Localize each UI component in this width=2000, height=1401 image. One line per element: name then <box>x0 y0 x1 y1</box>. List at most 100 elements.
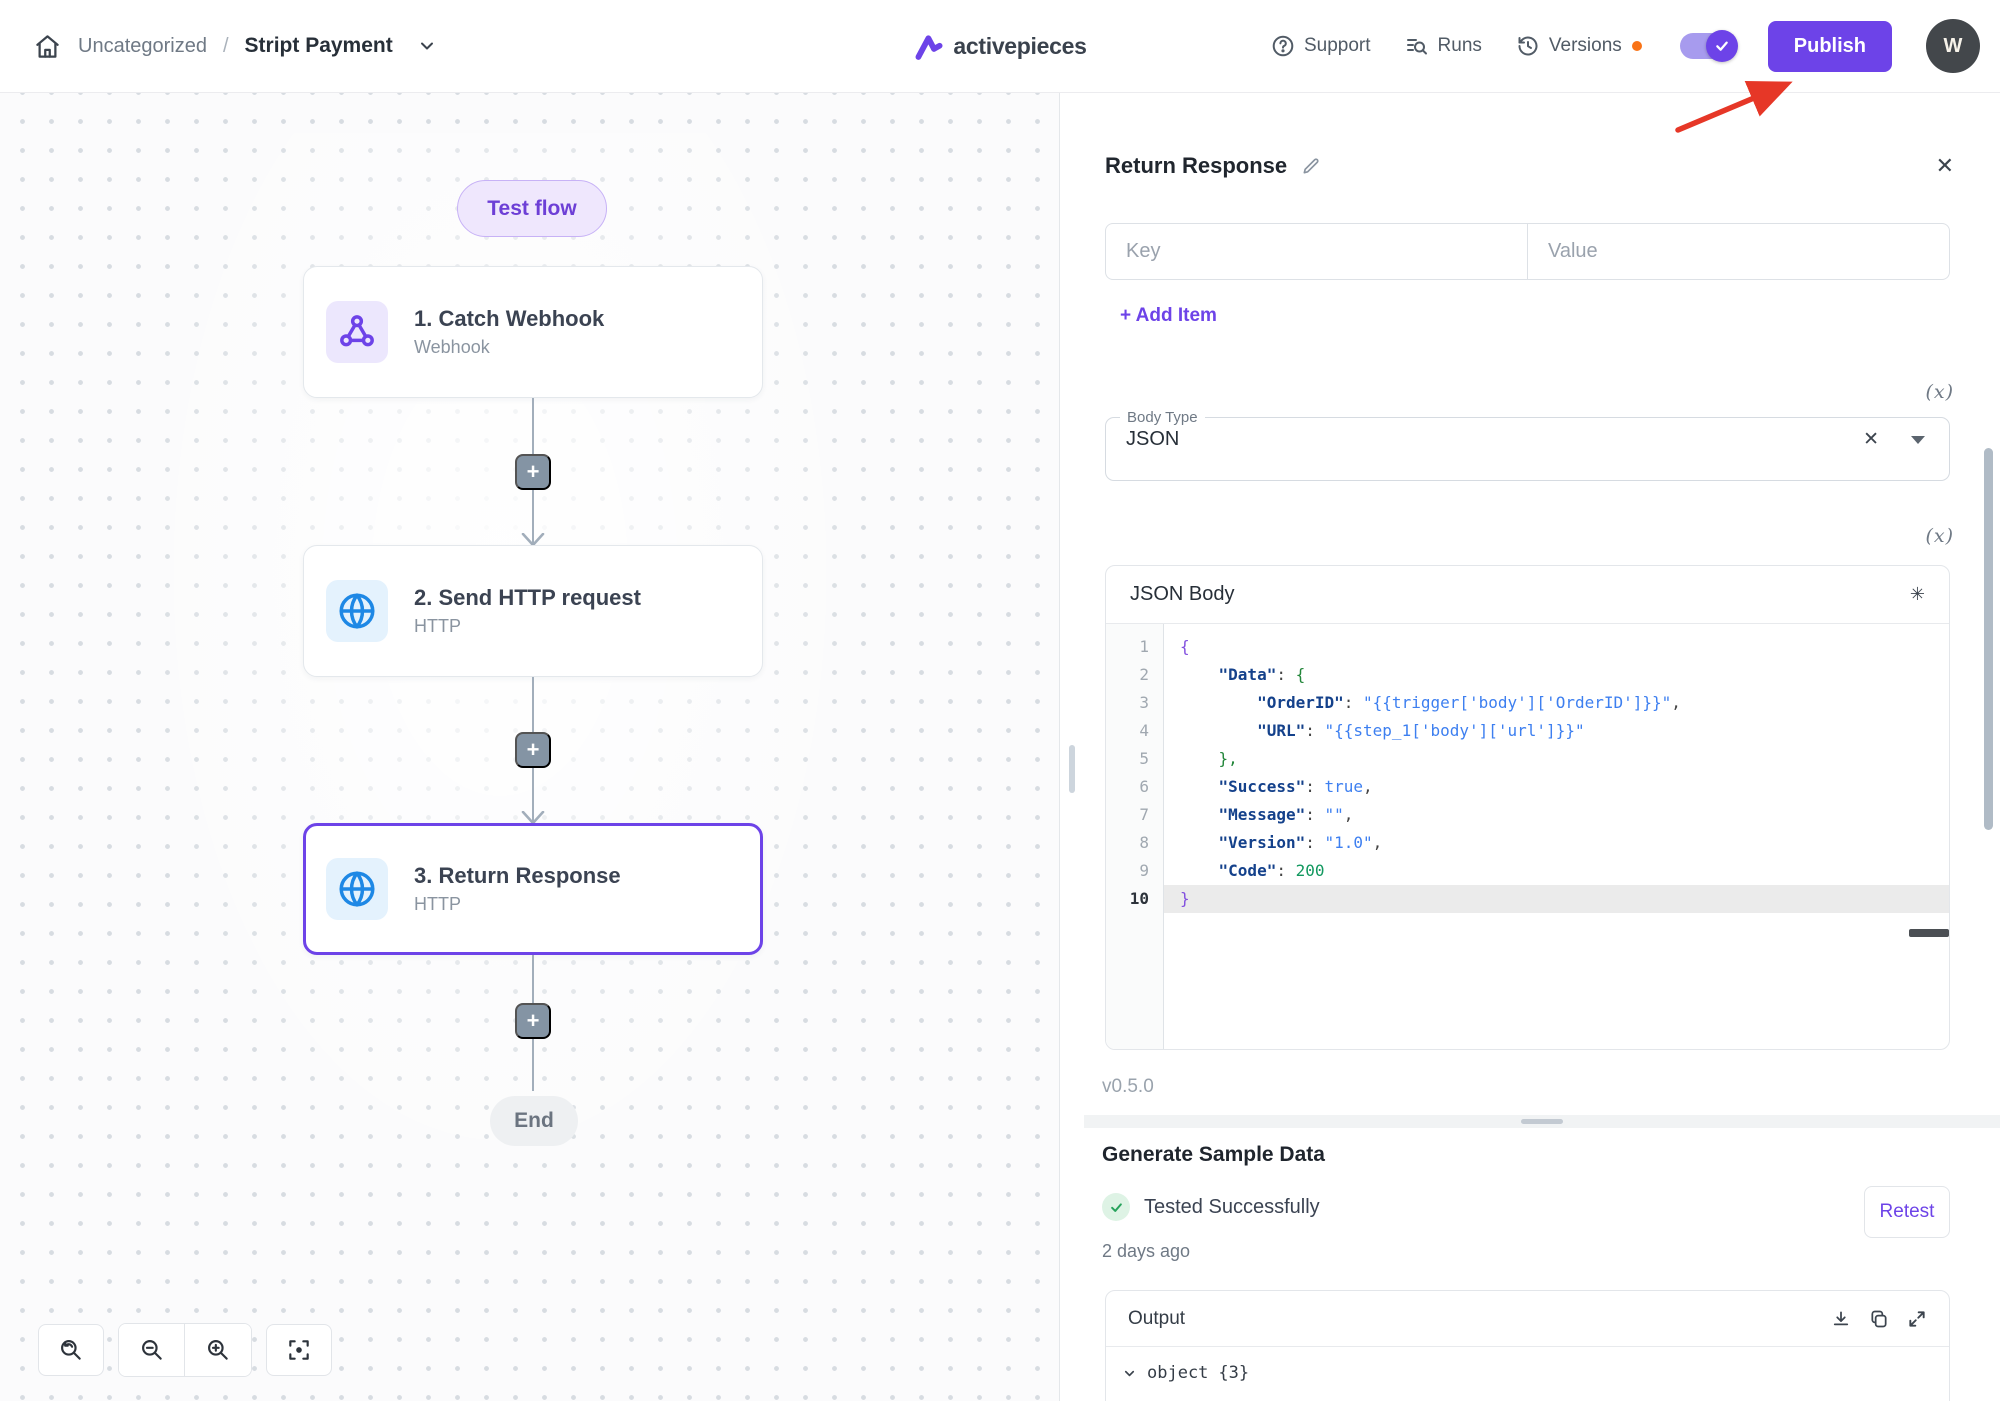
add-step-button[interactable]: + <box>515 1003 551 1039</box>
flow-enabled-toggle[interactable] <box>1680 33 1734 59</box>
code-line[interactable]: "Version": "1.0", <box>1164 829 1949 857</box>
zoom-reset-button[interactable] <box>38 1324 104 1376</box>
clear-selection-icon[interactable]: ✕ <box>1863 428 1879 451</box>
json-body-editor: JSON Body ✳ 12345678910 { "Data": { "Ord… <box>1105 565 1950 1050</box>
runs-button[interactable]: Runs <box>1405 34 1482 58</box>
value-input[interactable] <box>1527 223 1950 280</box>
step-subtitle: Webhook <box>414 337 604 358</box>
output-header: Output <box>1106 1291 1949 1347</box>
body-type-inner: JSON ✕ <box>1106 426 1949 451</box>
node-count: {3} <box>1218 1363 1249 1383</box>
unsaved-changes-dot <box>1632 41 1642 51</box>
zoom-out-button[interactable] <box>119 1324 185 1376</box>
code-line[interactable]: "Code": 200 <box>1164 857 1949 885</box>
zoom-group <box>118 1323 252 1377</box>
brand-logo: activepieces <box>913 0 1086 93</box>
fit-to-view-button[interactable] <box>266 1324 332 1376</box>
add-step-button[interactable]: + <box>515 454 551 490</box>
success-check-icon <box>1102 1193 1130 1221</box>
last-tested-time: 2 days ago <box>1102 1241 1190 1262</box>
code-line[interactable]: "URL": "{{step_1['body']['url']}}" <box>1164 717 1949 745</box>
main-area: Test flow 1. Catch Webhook Webhook + <box>0 93 2000 1401</box>
line-number: 8 <box>1106 829 1163 857</box>
line-number: 2 <box>1106 661 1163 689</box>
body-type-select[interactable]: Body Type JSON ✕ <box>1105 409 1950 481</box>
key-input[interactable] <box>1105 223 1528 280</box>
support-label: Support <box>1304 35 1371 57</box>
zoom-in-icon <box>205 1337 231 1363</box>
format-sparkle-icon[interactable]: ✳ <box>1910 584 1925 605</box>
support-button[interactable]: Support <box>1271 34 1371 58</box>
code-editor[interactable]: 12345678910 { "Data": { "OrderID": "{{tr… <box>1106 624 1949 1050</box>
user-avatar[interactable]: W <box>1926 19 1980 73</box>
zoom-in-button[interactable] <box>185 1324 251 1376</box>
versions-button[interactable]: Versions <box>1516 34 1622 58</box>
connector-2: + <box>515 677 551 823</box>
divider-grip <box>1521 1119 1563 1124</box>
expand-icon[interactable] <box>1907 1309 1927 1329</box>
code-line[interactable]: "Data": { <box>1164 661 1949 689</box>
runs-icon <box>1405 34 1429 58</box>
panel-scrollbar-thumb[interactable] <box>1984 448 1993 830</box>
step-settings-panel: Return Response ✕ + Add Item (x) Body Ty… <box>1084 93 2000 1401</box>
retest-button[interactable]: Retest <box>1864 1186 1950 1238</box>
line-number: 10 <box>1106 885 1163 913</box>
header-actions: Support Runs Versions Publish W <box>1271 19 1980 73</box>
code-line[interactable]: "Message": "", <box>1164 801 1949 829</box>
line-number: 6 <box>1106 773 1163 801</box>
line-number: 5 <box>1106 745 1163 773</box>
top-bar: Uncategorized / Stript Payment activepie… <box>0 0 2000 93</box>
code-line[interactable]: { <box>1164 633 1949 661</box>
copy-icon[interactable] <box>1869 1309 1889 1329</box>
section-divider[interactable] <box>1084 1115 2000 1128</box>
output-label: Output <box>1128 1308 1185 1330</box>
insert-variable-icon[interactable]: (x) <box>1925 525 1954 547</box>
code-line[interactable]: "OrderID": "{{trigger['body']['OrderID']… <box>1164 689 1949 717</box>
flow-canvas[interactable]: Test flow 1. Catch Webhook Webhook + <box>0 93 1060 1401</box>
code-lines: { "Data": { "OrderID": "{{trigger['body'… <box>1164 624 1949 1050</box>
test-status-row: Tested Successfully <box>1102 1193 1320 1221</box>
step-texts: 2. Send HTTP request HTTP <box>414 585 641 637</box>
versions-label: Versions <box>1549 35 1622 57</box>
step-card-catch-webhook[interactable]: 1. Catch Webhook Webhook <box>303 266 763 398</box>
chevron-down-icon <box>1122 1366 1137 1381</box>
app-root: Uncategorized / Stript Payment activepie… <box>0 0 2000 1401</box>
step-title: 2. Send HTTP request <box>414 585 641 611</box>
step-card-return-response[interactable]: 3. Return Response HTTP <box>303 823 763 955</box>
runs-label: Runs <box>1438 35 1482 57</box>
zoom-reset-icon <box>58 1337 84 1363</box>
step-card-send-http[interactable]: 2. Send HTTP request HTTP <box>303 545 763 677</box>
line-number: 9 <box>1106 857 1163 885</box>
step-title: 3. Return Response <box>414 863 621 889</box>
canvas-toolbar <box>38 1323 332 1377</box>
home-button[interactable] <box>30 29 64 63</box>
publish-button[interactable]: Publish <box>1768 21 1892 72</box>
code-horizontal-scrollbar[interactable] <box>1909 929 1949 937</box>
code-line[interactable]: "Success": true, <box>1164 773 1949 801</box>
json-body-header: JSON Body ✳ <box>1106 566 1949 624</box>
breadcrumb-folder[interactable]: Uncategorized <box>78 35 207 58</box>
add-step-button[interactable]: + <box>515 732 551 768</box>
line-number: 1 <box>1106 633 1163 661</box>
history-icon <box>1516 34 1540 58</box>
test-flow-button[interactable]: Test flow <box>457 180 607 237</box>
select-caret-icon[interactable] <box>1911 436 1925 444</box>
fit-to-view-icon <box>286 1337 312 1363</box>
download-icon[interactable] <box>1831 1309 1851 1329</box>
output-tree-root[interactable]: object {3} <box>1106 1347 1949 1383</box>
breadcrumb: Uncategorized / Stript Payment <box>30 29 437 63</box>
toggle-thumb <box>1706 30 1738 62</box>
generate-sample-data-heading: Generate Sample Data <box>1102 1143 1325 1167</box>
insert-variable-icon[interactable]: (x) <box>1925 381 1954 403</box>
close-panel-button[interactable]: ✕ <box>1936 155 1954 177</box>
add-item-button[interactable]: + Add Item <box>1120 305 1217 327</box>
flow-title[interactable]: Stript Payment <box>245 34 393 58</box>
code-line[interactable]: } <box>1164 885 1949 913</box>
connector-1: + <box>515 398 551 545</box>
line-number: 4 <box>1106 717 1163 745</box>
line-number: 7 <box>1106 801 1163 829</box>
edit-pencil-icon[interactable] <box>1301 156 1321 176</box>
chevron-down-icon[interactable] <box>417 36 437 56</box>
code-line[interactable]: }, <box>1164 745 1949 773</box>
resize-handle[interactable] <box>1069 745 1075 793</box>
